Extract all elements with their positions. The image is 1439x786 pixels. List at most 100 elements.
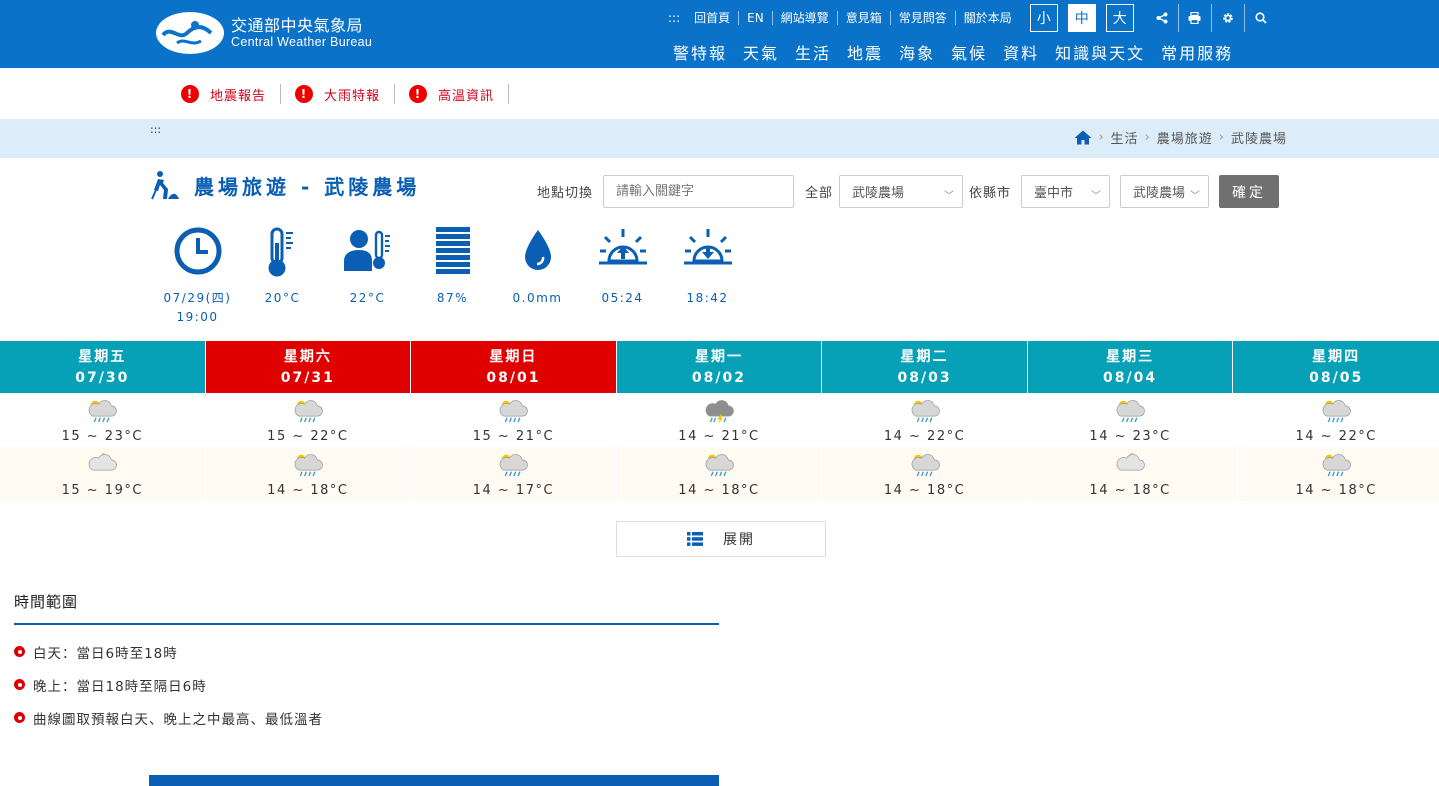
chevron-right-icon: › bbox=[1098, 130, 1105, 145]
list-item: 曲線圖取預報白天、晚上之中最高、最低溫者 bbox=[14, 701, 719, 734]
gear-icon[interactable] bbox=[1212, 4, 1245, 32]
obs-rainfall: 0.0mm bbox=[495, 227, 580, 327]
date-label: 07/31 bbox=[280, 370, 335, 386]
rain-icon bbox=[294, 400, 323, 423]
obs-time: 07/29(四) 19:00 bbox=[155, 227, 240, 327]
exclamation-icon: ! bbox=[295, 85, 314, 103]
rain-icon bbox=[1116, 400, 1145, 423]
day-forecast-cell: 14 ~ 21°C bbox=[617, 393, 822, 447]
sitemap-link[interactable]: 網站導覽 bbox=[773, 11, 838, 25]
day-temp: 15 ~ 21°C bbox=[472, 429, 555, 444]
sunset-icon bbox=[683, 229, 732, 265]
nav-earthquake[interactable]: 地震 bbox=[839, 40, 891, 64]
search-icon[interactable] bbox=[1245, 4, 1278, 32]
rain-icon bbox=[1322, 400, 1351, 423]
nav-data[interactable]: 資料 bbox=[995, 40, 1047, 64]
faq-link[interactable]: 常見問答 bbox=[891, 11, 956, 25]
forecast-day: 星期三 08/04 14 ~ 23°C 14 ~ 18°C bbox=[1027, 341, 1234, 501]
logo-title-zh: 交通部中央氣象局 bbox=[231, 15, 364, 35]
nav-climate[interactable]: 氣候 bbox=[943, 40, 995, 64]
nav-marine[interactable]: 海象 bbox=[891, 40, 943, 64]
forecast-day: 星期六 07/31 15 ~ 22°C 14 ~ 18°C bbox=[205, 341, 412, 501]
breadcrumb-bar: ::: › 生活 › 農場旅遊 › 武陵農場 bbox=[0, 119, 1439, 158]
county-select[interactable]: 臺中市 ﹀ bbox=[1021, 175, 1111, 208]
day-temp: 15 ~ 23°C bbox=[61, 429, 143, 444]
expand-button[interactable]: 展開 bbox=[616, 521, 826, 557]
alert-high-temp[interactable]: ! 高溫資訊 bbox=[409, 84, 510, 104]
font-size-small-button[interactable]: 小 bbox=[1029, 4, 1058, 32]
nav-warnings[interactable]: 警特報 bbox=[665, 40, 735, 64]
nav-services[interactable]: 常用服務 bbox=[1153, 40, 1241, 64]
alert-earthquake[interactable]: ! 地震報告 bbox=[181, 84, 282, 104]
english-link[interactable]: EN bbox=[739, 11, 773, 25]
weekday-label: 星期五 bbox=[78, 349, 127, 365]
day-forecast-cell: 15 ~ 21°C bbox=[411, 393, 616, 447]
chevron-down-icon: ﹀ bbox=[944, 191, 955, 202]
forecast-day: 星期四 08/05 14 ~ 22°C 14 ~ 18°C bbox=[1233, 341, 1439, 501]
bullet-icon bbox=[14, 646, 25, 657]
night-forecast-cell: 14 ~ 17°C bbox=[411, 447, 616, 501]
weekday-label: 星期四 bbox=[1312, 349, 1361, 365]
alert-heavy-rain[interactable]: ! 大雨特報 bbox=[295, 84, 396, 104]
night-temp: 14 ~ 18°C bbox=[883, 483, 966, 498]
night-forecast-cell: 14 ~ 18°C bbox=[205, 447, 411, 501]
share-icon[interactable] bbox=[1146, 4, 1179, 32]
humidity-icon bbox=[435, 227, 470, 274]
clock-icon bbox=[174, 227, 221, 275]
confirm-button[interactable]: 確定 bbox=[1219, 175, 1280, 208]
site-logo[interactable]: 交通部中央氣象局 Central Weather Bureau bbox=[155, 11, 372, 55]
night-temp: 14 ~ 18°C bbox=[1089, 483, 1171, 498]
chevron-right-icon: › bbox=[1144, 130, 1151, 145]
rain-icon bbox=[1322, 454, 1351, 477]
night-temp: 15 ~ 19°C bbox=[61, 483, 143, 498]
night-forecast-cell: 14 ~ 18°C bbox=[616, 447, 822, 501]
night-temp: 14 ~ 18°C bbox=[678, 483, 760, 498]
search-input[interactable] bbox=[603, 175, 795, 208]
rain-icon bbox=[911, 400, 940, 423]
weekday-label: 星期三 bbox=[1106, 349, 1155, 365]
day-header: 星期五 07/30 bbox=[0, 341, 205, 393]
font-size-large-button[interactable]: 大 bbox=[1105, 4, 1134, 32]
day-forecast-cell: 14 ~ 23°C bbox=[1028, 393, 1233, 447]
day-forecast-cell: 14 ~ 22°C bbox=[1233, 393, 1439, 447]
breadcrumb-current: 武陵農場 bbox=[1230, 132, 1287, 147]
obs-humidity: 87% bbox=[410, 227, 495, 327]
rain-icon bbox=[500, 454, 529, 477]
night-forecast-cell: 15 ~ 19°C bbox=[0, 447, 205, 501]
farm-select-2[interactable]: 武陵農場 ﹀ bbox=[1120, 175, 1210, 208]
day-header: 星期一 08/02 bbox=[616, 341, 822, 393]
night-temp: 14 ~ 18°C bbox=[1295, 483, 1377, 498]
day-header: 星期日 08/01 bbox=[411, 341, 616, 393]
time-range-heading: 時間範圍 bbox=[14, 591, 719, 625]
farm-select[interactable]: 武陵農場 ﹀ bbox=[839, 175, 964, 208]
chart-header-bar bbox=[149, 775, 719, 786]
day-header: 星期六 07/31 bbox=[205, 341, 411, 393]
logo-title-en: Central Weather Bureau bbox=[231, 35, 373, 50]
weekday-label: 星期日 bbox=[489, 349, 538, 365]
date-label: 08/02 bbox=[691, 370, 746, 386]
font-size-medium-button[interactable]: 中 bbox=[1067, 4, 1096, 32]
date-label: 08/05 bbox=[1309, 370, 1364, 386]
accesskey-link[interactable]: ::: bbox=[660, 11, 686, 25]
forecast-day: 星期日 08/01 15 ~ 21°C 14 ~ 17°C bbox=[411, 341, 617, 501]
breadcrumb-farm-travel[interactable]: 農場旅遊 bbox=[1157, 128, 1213, 147]
nav-life[interactable]: 生活 bbox=[787, 40, 839, 64]
cwb-logo-icon bbox=[156, 12, 224, 54]
home-icon[interactable] bbox=[1074, 130, 1092, 145]
obs-sunrise: 05:24 bbox=[580, 227, 665, 327]
nav-weather[interactable]: 天氣 bbox=[735, 40, 787, 64]
print-icon[interactable] bbox=[1179, 4, 1212, 32]
thermometer-icon bbox=[268, 227, 293, 277]
accesskey-marker[interactable]: ::: bbox=[150, 123, 161, 136]
rain-icon bbox=[294, 454, 323, 477]
chevron-down-icon: ﹀ bbox=[1190, 191, 1201, 202]
nav-knowledge[interactable]: 知識與天文 bbox=[1047, 40, 1153, 64]
about-link[interactable]: 關於本局 bbox=[956, 11, 1020, 25]
breadcrumb-life[interactable]: 生活 bbox=[1111, 128, 1139, 147]
feedback-link[interactable]: 意見箱 bbox=[838, 11, 891, 25]
weekday-label: 星期一 bbox=[694, 349, 743, 365]
exclamation-icon: ! bbox=[181, 85, 199, 103]
home-link[interactable]: 回首頁 bbox=[686, 11, 740, 25]
weekday-label: 星期二 bbox=[900, 349, 949, 365]
day-temp: 14 ~ 21°C bbox=[678, 429, 760, 444]
